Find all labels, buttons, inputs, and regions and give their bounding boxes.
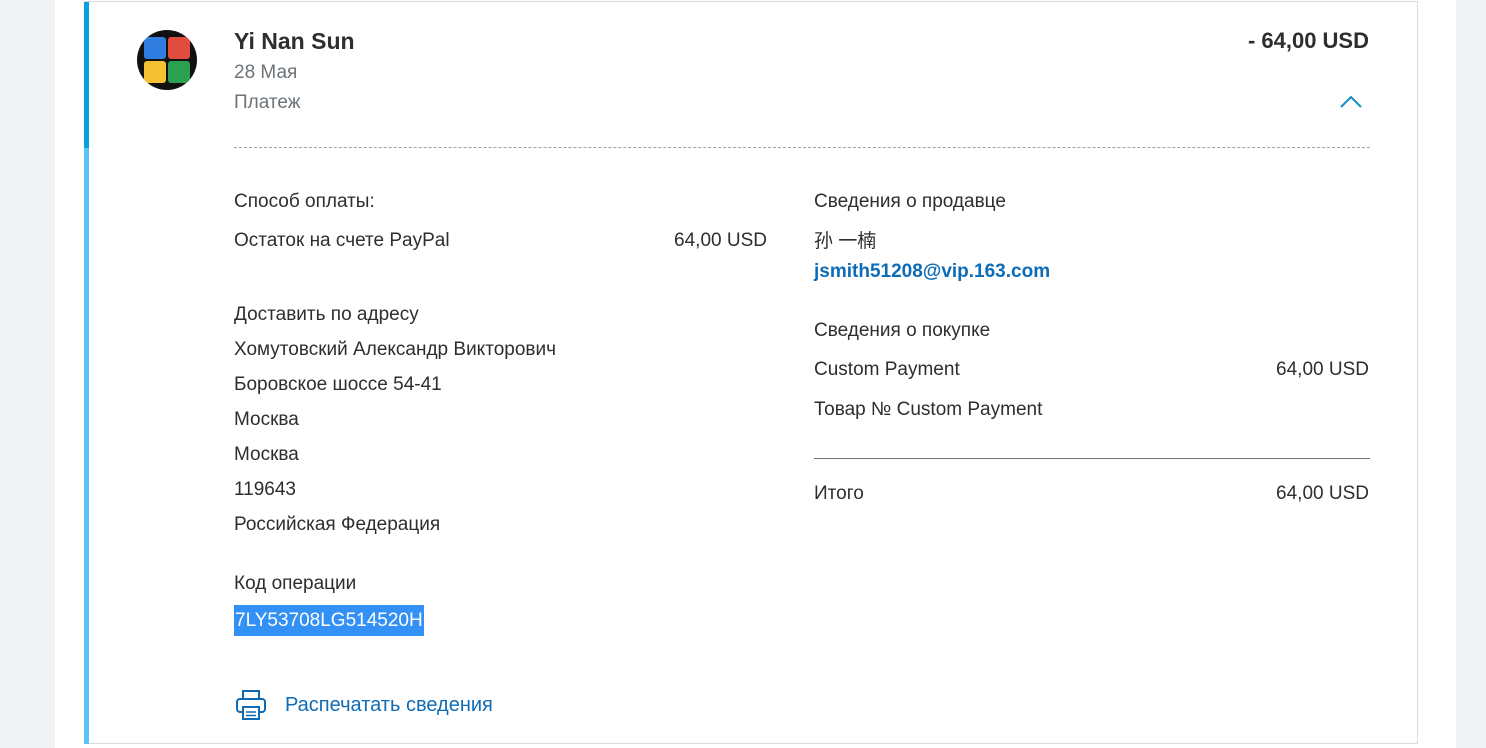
purchase-item-amount: 64,00 USD	[1276, 359, 1369, 380]
avatar-tile-green	[168, 61, 190, 83]
header-divider	[234, 147, 1370, 148]
print-details-link[interactable]: Распечатать сведения	[234, 688, 493, 722]
transaction-amount: - 64,00 USD	[1247, 28, 1369, 53]
total-label: Итого	[814, 483, 864, 504]
shipping-region: Москва	[234, 444, 299, 465]
shipping-country: Российская Федерация	[234, 514, 441, 535]
purchase-item-name: Custom Payment	[814, 359, 960, 380]
shipping-label: Доставить по адресу	[234, 304, 419, 325]
shipping-name: Хомутовский Александр Викторович	[234, 339, 557, 360]
print-details-label: Распечатать сведения	[285, 693, 493, 716]
shipping-street: Боровское шоссе 54-41	[234, 374, 442, 395]
shipping-city: Москва	[234, 409, 299, 430]
shipping-zip: 119643	[234, 479, 296, 500]
chevron-up-icon[interactable]	[1339, 94, 1363, 110]
transaction-card: Yi Nan Sun 28 Мая Платеж - 64,00 USD Спо…	[84, 1, 1418, 744]
total-divider	[814, 458, 1370, 459]
avatar-tile-blue	[144, 37, 166, 59]
printer-icon	[236, 690, 266, 720]
merchant-name: Yi Nan Sun	[234, 28, 355, 54]
card-accent-bar-bottom	[84, 148, 89, 744]
transaction-type: Платеж	[234, 92, 301, 113]
operation-code-value[interactable]: 7LY53708LG514520H	[234, 605, 424, 636]
merchant-avatar	[137, 30, 197, 90]
seller-name: 孙 一楠	[814, 231, 877, 252]
purchase-item-number: Товар № Custom Payment	[814, 399, 1043, 420]
transaction-date: 28 Мая	[234, 62, 298, 83]
card-accent-bar-top	[84, 2, 89, 148]
page-panel: Yi Nan Sun 28 Мая Платеж - 64,00 USD Спо…	[55, 0, 1456, 748]
avatar-tile-yellow	[144, 61, 166, 83]
operation-code-label: Код операции	[234, 573, 357, 594]
purchase-info-label: Сведения о покупке	[814, 320, 991, 341]
payment-source-amount: 64,00 USD	[674, 230, 767, 251]
total-amount: 64,00 USD	[1276, 483, 1369, 504]
seller-email-link[interactable]: jsmith51208@vip.163.com	[814, 261, 1050, 283]
seller-info-label: Сведения о продавце	[814, 191, 1006, 212]
avatar-tile-red	[168, 37, 190, 59]
payment-method-label: Способ оплаты:	[234, 191, 375, 212]
payment-source: Остаток на счете PayPal	[234, 230, 450, 251]
